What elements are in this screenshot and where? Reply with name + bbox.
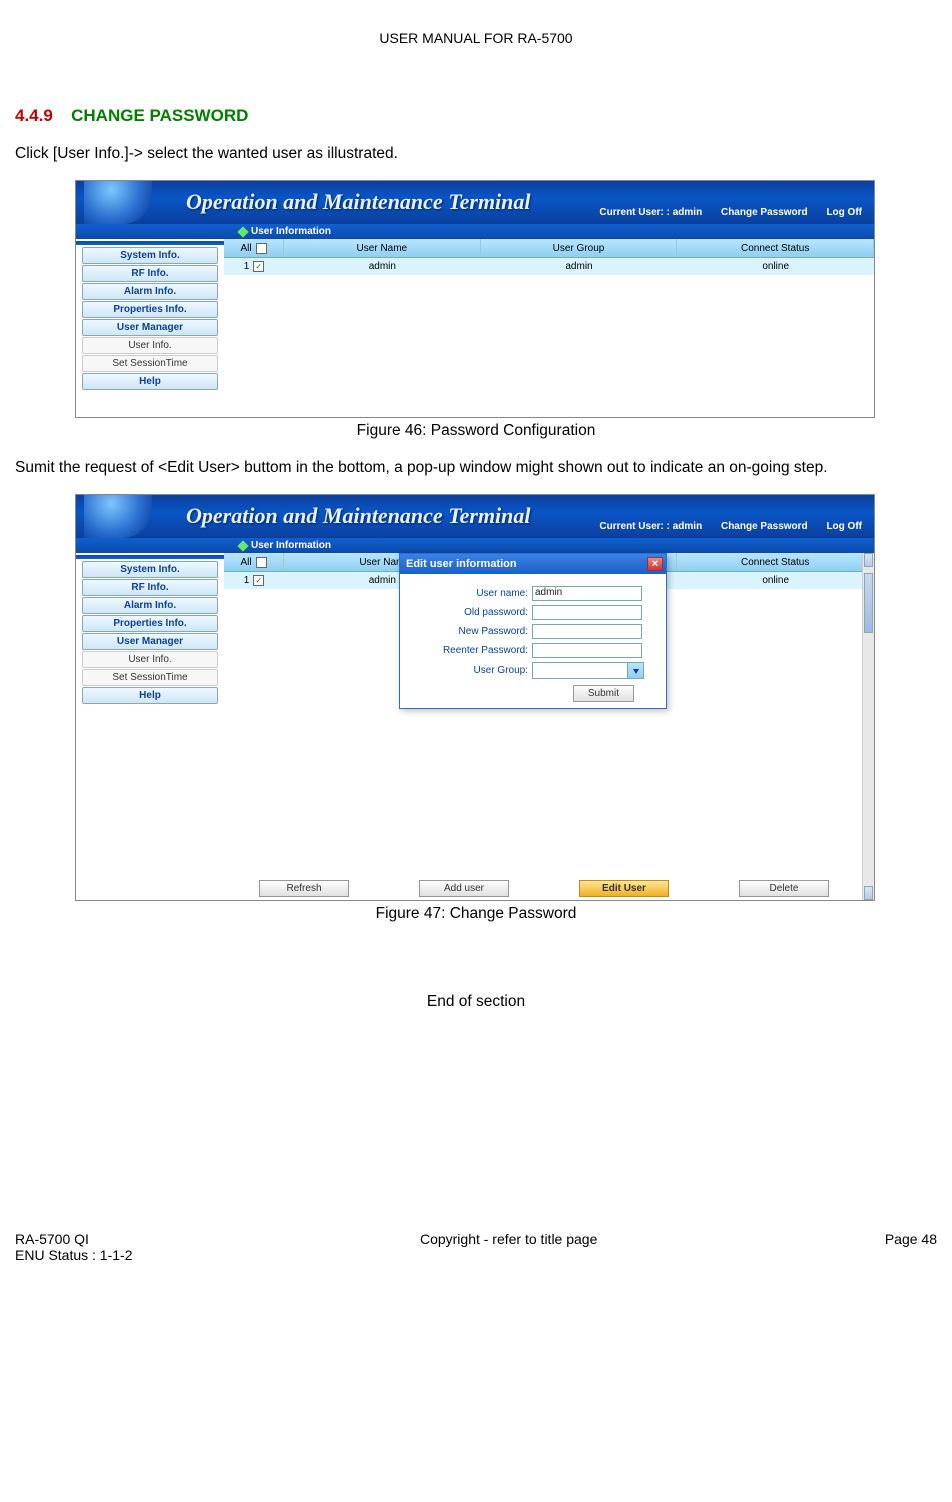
footer-right: Page 48 xyxy=(885,1231,937,1263)
add-user-button[interactable]: Add user xyxy=(419,880,509,897)
page-footer: RA-5700 QI ENU Status : 1-1-2 Copyright … xyxy=(15,1231,937,1263)
select-all-checkbox[interactable] xyxy=(256,557,267,568)
action-bar: Refresh Add user Edit User Delete xyxy=(224,880,864,897)
end-of-section: End of section xyxy=(15,993,937,1011)
label-new-password: New Password: xyxy=(410,626,528,637)
sidebar: System Info. RF Info. Alarm Info. Proper… xyxy=(76,239,224,417)
panel-subheader-text: User Information xyxy=(251,540,331,551)
row-checkbox[interactable]: ✓ xyxy=(253,575,264,586)
label-reenter-password: Reenter Password: xyxy=(410,645,528,656)
banner-links: Current User: : admin Change Password Lo… xyxy=(583,521,862,532)
sidebar-item-user-info[interactable]: User Info. xyxy=(82,337,218,354)
sidebar-item-user-manager[interactable]: User Manager xyxy=(82,319,218,336)
current-user-label: Current User: : admin xyxy=(599,207,702,218)
col-connect-status: Connect Status xyxy=(677,239,874,257)
row-index: 1 xyxy=(244,575,250,586)
app-title: Operation and Maintenance Terminal xyxy=(186,189,531,215)
table-row[interactable]: 1 ✓ admin admin online xyxy=(224,258,874,275)
banner-links: Current User: : admin Change Password Lo… xyxy=(583,207,862,218)
submit-button[interactable]: Submit xyxy=(573,685,634,702)
cell-connect-status: online xyxy=(677,572,874,589)
footer-left-1: RA-5700 QI xyxy=(15,1231,133,1247)
select-all-checkbox[interactable] xyxy=(256,243,267,254)
sidebar-item-properties-info[interactable]: Properties Info. xyxy=(82,615,218,632)
delete-button[interactable]: Delete xyxy=(739,880,829,897)
figure-1-caption: Figure 46: Password Configuration xyxy=(15,422,937,440)
diamond-icon xyxy=(237,226,248,237)
dialog-title-text: Edit user information xyxy=(406,558,517,570)
footer-mid: Copyright - refer to title page xyxy=(420,1231,597,1263)
row-index: 1 xyxy=(244,261,250,272)
scrollbar-thumb[interactable] xyxy=(864,573,873,633)
screenshot-1: Operation and Maintenance Terminal Curre… xyxy=(75,180,875,418)
cell-connect-status: online xyxy=(677,258,874,275)
cell-user-group: admin xyxy=(481,258,678,275)
edit-user-button[interactable]: Edit User xyxy=(579,880,669,897)
log-off-link[interactable]: Log Off xyxy=(826,521,862,532)
vertical-scrollbar[interactable] xyxy=(862,553,874,900)
panel-subheader: User Information xyxy=(76,538,874,553)
section-heading: 4.4.9 CHANGE PASSWORD xyxy=(15,106,937,126)
input-new-password[interactable] xyxy=(532,624,642,639)
panel-subheader: User Information xyxy=(76,224,874,239)
sidebar-item-rf-info[interactable]: RF Info. xyxy=(82,265,218,282)
app-banner: Operation and Maintenance Terminal Curre… xyxy=(76,495,874,538)
input-user-name[interactable]: admin xyxy=(532,586,642,601)
section-title: CHANGE PASSWORD xyxy=(71,106,248,125)
footer-left-2: ENU Status : 1-1-2 xyxy=(15,1247,133,1263)
col-user-group: User Group xyxy=(481,239,678,257)
col-all: All xyxy=(224,239,284,257)
refresh-button[interactable]: Refresh xyxy=(259,880,349,897)
label-old-password: Old password: xyxy=(410,607,528,618)
sidebar-item-system-info[interactable]: System Info. xyxy=(82,561,218,578)
input-reenter-password[interactable] xyxy=(532,643,642,658)
app-banner: Operation and Maintenance Terminal Curre… xyxy=(76,181,874,224)
sidebar-item-alarm-info[interactable]: Alarm Info. xyxy=(82,597,218,614)
sidebar-item-properties-info[interactable]: Properties Info. xyxy=(82,301,218,318)
section-number: 4.4.9 xyxy=(15,106,53,125)
paragraph-1: Click [User Info.]-> select the wanted u… xyxy=(15,144,937,164)
sidebar-item-system-info[interactable]: System Info. xyxy=(82,247,218,264)
sidebar-item-user-manager[interactable]: User Manager xyxy=(82,633,218,650)
panel-subheader-text: User Information xyxy=(251,226,331,237)
input-old-password[interactable] xyxy=(532,605,642,620)
figure-2-caption: Figure 47: Change Password xyxy=(15,905,937,923)
col-user-name: User Name xyxy=(284,239,481,257)
sidebar-item-set-session-time[interactable]: Set SessionTime xyxy=(82,355,218,372)
sidebar-item-user-info[interactable]: User Info. xyxy=(82,651,218,668)
table-header: All User Name User Group Connect Status xyxy=(224,239,874,258)
sidebar-item-rf-info[interactable]: RF Info. xyxy=(82,579,218,596)
edit-user-dialog: Edit user information × User name: admin… xyxy=(399,553,667,709)
scroll-up-icon[interactable] xyxy=(864,553,873,567)
sidebar: System Info. RF Info. Alarm Info. Proper… xyxy=(76,553,224,900)
globe-icon xyxy=(84,181,152,224)
current-user-label: Current User: : admin xyxy=(599,521,702,532)
row-checkbox[interactable]: ✓ xyxy=(253,261,264,272)
main-panel: All User Nam Connect Status 1 ✓ admin on… xyxy=(224,553,874,900)
label-user-group: User Group: xyxy=(410,665,528,676)
paragraph-2: Sumit the request of <Edit User> buttom … xyxy=(15,458,937,478)
col-all: All xyxy=(224,553,284,571)
app-title: Operation and Maintenance Terminal xyxy=(186,503,531,529)
sidebar-item-alarm-info[interactable]: Alarm Info. xyxy=(82,283,218,300)
log-off-link[interactable]: Log Off xyxy=(826,207,862,218)
close-icon[interactable]: × xyxy=(647,557,663,571)
main-panel: All User Name User Group Connect Status … xyxy=(224,239,874,417)
sidebar-item-set-session-time[interactable]: Set SessionTime xyxy=(82,669,218,686)
dialog-title-bar[interactable]: Edit user information × xyxy=(400,554,666,574)
col-connect-status: Connect Status xyxy=(677,553,874,571)
label-user-name: User name: xyxy=(410,588,528,599)
change-password-link[interactable]: Change Password xyxy=(721,207,808,218)
diamond-icon xyxy=(237,540,248,551)
sidebar-item-help[interactable]: Help xyxy=(82,373,218,390)
page-header: USER MANUAL FOR RA-5700 xyxy=(15,30,937,46)
select-user-group[interactable] xyxy=(532,662,644,679)
sidebar-item-help[interactable]: Help xyxy=(82,687,218,704)
screenshot-2: Operation and Maintenance Terminal Curre… xyxy=(75,494,875,901)
scroll-down-icon[interactable] xyxy=(864,886,873,900)
cell-user-name: admin xyxy=(284,258,481,275)
change-password-link[interactable]: Change Password xyxy=(721,521,808,532)
globe-icon xyxy=(84,495,152,538)
